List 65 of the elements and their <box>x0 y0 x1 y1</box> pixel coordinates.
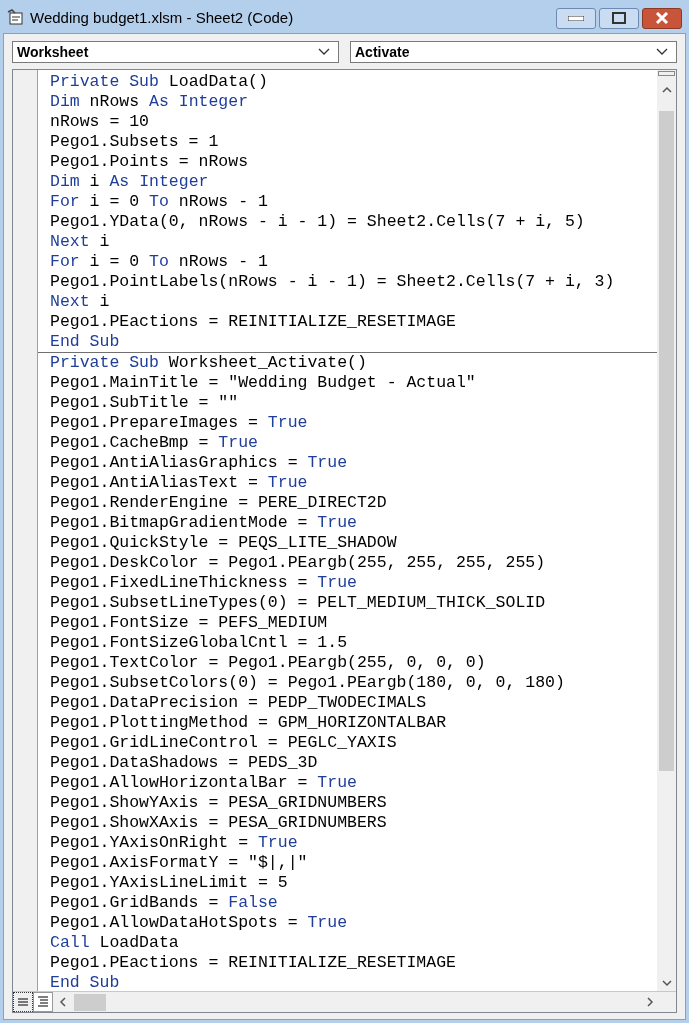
code-line: Pego1.ShowXAxis = PESA_GRIDNUMBERS <box>50 813 387 833</box>
code-line: Private Sub LoadData() <box>50 72 268 92</box>
code-line: Pego1.FontSizeGlobalCntl = 1.5 <box>50 633 348 653</box>
code-line: For i = 0 To nRows - 1 <box>50 192 268 212</box>
code-line: nRows = 10 <box>50 112 150 132</box>
code-line: Pego1.YData(0, nRows - i - 1) = Sheet2.Cells(7 + i, 5) <box>50 212 585 232</box>
code-line: Pego1.Subsets = 1 <box>50 132 219 152</box>
close-icon <box>655 12 669 24</box>
code-window-icon <box>7 9 25 27</box>
code-line: Pego1.DataShadows = PEDS_3D <box>50 753 318 773</box>
code-line: Pego1.PrepareImages = True <box>50 413 308 433</box>
code-line: Dim nRows As Integer <box>50 92 249 112</box>
code-line: Next i <box>50 292 110 312</box>
code-line: Pego1.GridBands = False <box>50 893 278 913</box>
window-title: Wedding budget1.xlsm - Sheet2 (Code) <box>30 7 294 28</box>
code-line: Pego1.DeskColor = Pego1.PEargb(255, 255, 255, 255) <box>50 553 546 573</box>
code-line: For i = 0 To nRows - 1 <box>50 252 268 272</box>
code-line: Pego1.PEactions = REINITIALIZE_RESETIMAGE <box>50 953 456 973</box>
code-line: Pego1.DataPrecision = PEDP_TWODECIMALS <box>50 693 427 713</box>
chevron-down-icon <box>318 48 330 56</box>
minimize-icon <box>568 15 584 21</box>
chevron-down-icon <box>656 48 668 56</box>
code-line: Pego1.SubsetLineTypes(0) = PELT_MEDIUM_THICK_SOLID <box>50 593 546 613</box>
lines-icon <box>17 998 29 1006</box>
scroll-left-icon[interactable] <box>59 997 66 1007</box>
code-line: Pego1.FixedLineThickness = True <box>50 573 357 593</box>
code-line: Pego1.AllowHorizontalBar = True <box>50 773 357 793</box>
object-dropdown[interactable]: Worksheet <box>12 41 339 63</box>
maximize-button[interactable] <box>599 7 639 29</box>
module-view-button[interactable] <box>33 992 53 1012</box>
code-line: Next i <box>50 232 110 252</box>
code-line: Pego1.ShowYAxis = PESA_GRIDNUMBERS <box>50 793 387 813</box>
code-line: Pego1.CacheBmp = True <box>50 433 258 453</box>
code-line: Pego1.AntiAliasText = True <box>50 473 308 493</box>
code-line: End Sub <box>50 973 120 991</box>
code-line: Pego1.AxisFormatY = "$|,|" <box>50 853 308 873</box>
code-line: Pego1.QuickStyle = PEQS_LITE_SHADOW <box>50 533 397 553</box>
code-line: Pego1.PlottingMethod = GPM_HORIZONTALBAR <box>50 713 447 733</box>
code-line: Pego1.AllowDataHotSpots = True <box>50 913 348 933</box>
scroll-right-icon[interactable] <box>647 997 654 1007</box>
code-line: Pego1.TextColor = Pego1.PEargb(255, 0, 0, 0) <box>50 653 486 673</box>
code-line: Pego1.SubTitle = "" <box>50 393 239 413</box>
scroll-up-icon[interactable] <box>661 86 672 93</box>
code-line: Pego1.GridLineControl = PEGLC_YAXIS <box>50 733 397 753</box>
code-line: Pego1.PEactions = REINITIALIZE_RESETIMAGE <box>50 312 456 332</box>
code-line: Pego1.Points = nRows <box>50 152 249 172</box>
code-line: Pego1.PointLabels(nRows - i - 1) = Sheet2.Cells(7 + i, 3) <box>50 272 615 292</box>
scroll-down-icon[interactable] <box>661 980 672 987</box>
lines-icon <box>37 996 49 1008</box>
code-line: Private Sub Worksheet_Activate() <box>50 353 367 373</box>
code-line: Pego1.SubsetColors(0) = Pego1.PEargb(180, 0, 0, 180) <box>50 673 565 693</box>
procedure-dropdown[interactable]: Activate <box>350 41 677 63</box>
code-line: Pego1.AntiAliasGraphics = True <box>50 453 348 473</box>
close-button[interactable] <box>642 7 682 29</box>
code-line: End Sub <box>50 332 120 352</box>
code-line: Pego1.BitmapGradientMode = True <box>50 513 357 533</box>
code-line: Call LoadData <box>50 933 179 953</box>
code-line: Pego1.RenderEngine = PERE_DIRECT2D <box>50 493 387 513</box>
code-line: Pego1.YAxisOnRight = True <box>50 833 298 853</box>
code-line: Pego1.MainTitle = "Wedding Budget - Actual" <box>50 373 476 393</box>
code-line: Pego1.FontSize = PEFS_MEDIUM <box>50 613 328 633</box>
code-line: Pego1.YAxisLineLimit = 5 <box>50 873 288 893</box>
code-line: Dim i As Integer <box>50 172 209 192</box>
maximize-icon <box>612 12 626 24</box>
split-handle[interactable] <box>658 71 675 76</box>
